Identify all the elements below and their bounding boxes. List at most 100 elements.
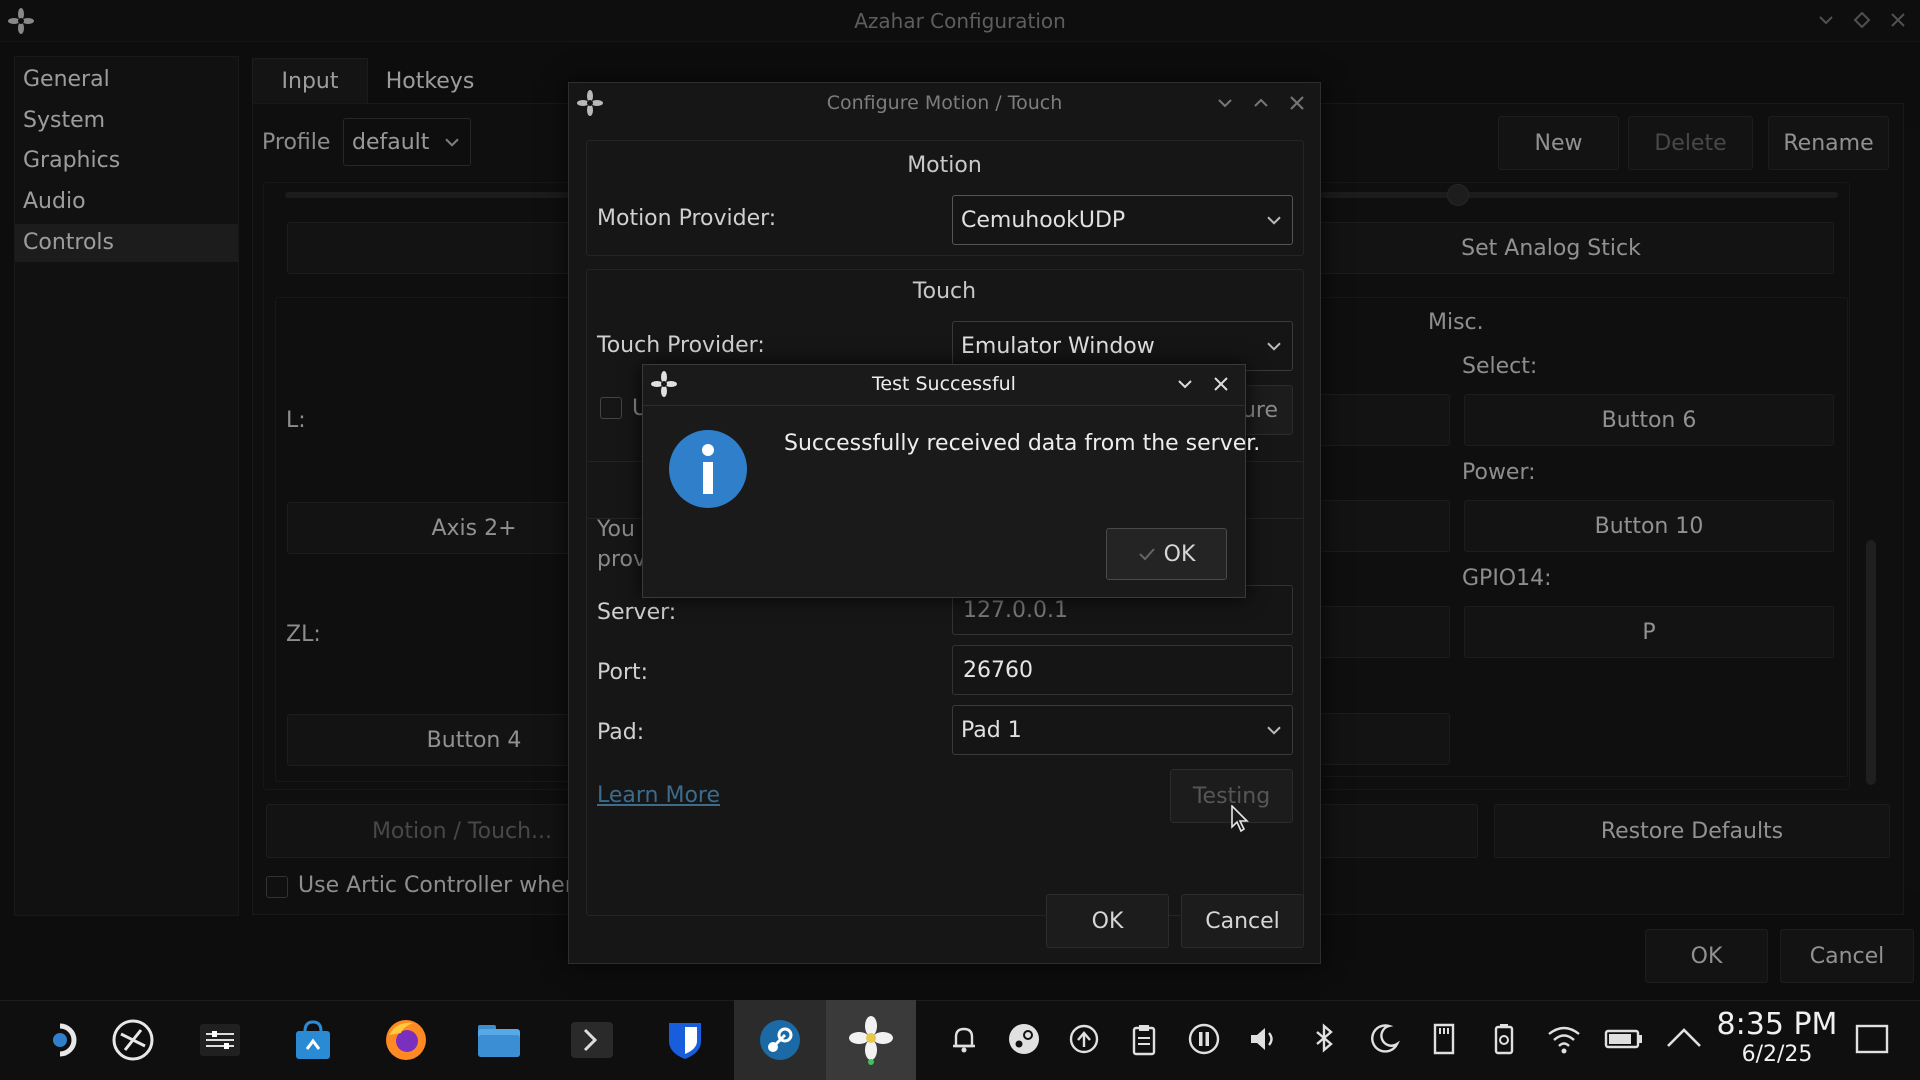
msgbox-ok-button[interactable]: OK [1106,528,1227,580]
pad-label: Pad: [597,720,645,745]
sidebar-item-general[interactable]: General [23,67,110,92]
tab-label: Input [281,69,339,94]
center-binding-button-4[interactable] [1320,713,1450,765]
minimize-icon[interactable] [1175,374,1195,398]
chevron-down-icon [444,128,460,153]
maximize-icon[interactable] [1852,10,1872,34]
azahar-icon[interactable] [841,1000,901,1080]
msgbox-divider [643,405,1245,406]
volume-icon[interactable] [1240,1015,1288,1063]
bluetooth-icon[interactable] [1300,1015,1348,1063]
artic-checkbox-label: Use Artic Controller when [298,873,579,898]
main-ok-button[interactable]: OK [1645,929,1768,983]
terminal-icon[interactable] [562,1000,622,1080]
rename-profile-button[interactable]: Rename [1768,116,1889,170]
steamos-icon[interactable] [103,1000,163,1080]
clock-time: 8:35 PM [1716,1007,1838,1042]
pad-value: Pad 1 [961,717,1022,743]
discover-store-icon[interactable] [283,1000,343,1080]
misc-title: Misc. [1428,310,1484,335]
touch-provider-label: Touch Provider: [597,333,765,358]
sidebar-item-graphics[interactable]: Graphics [23,148,120,173]
set-analog-stick-button[interactable]: Set Analog Stick [1268,222,1834,274]
mixer-icon[interactable] [190,1000,250,1080]
dialog-title-bar: Configure Motion / Touch [569,83,1320,123]
motion-provider-select[interactable]: CemuhookUDP [952,195,1293,245]
port-value: 26760 [963,657,1033,683]
pad-select[interactable]: Pad 1 [952,705,1293,755]
server-value: 127.0.0.1 [963,597,1068,623]
sidebar-item-label: Controls [23,230,114,255]
sidebar-item-system[interactable]: System [23,108,105,133]
configure-button-label: ure [1241,397,1278,423]
bitwarden-icon[interactable] [655,1000,715,1080]
msgbox-message: Successfully received data from the serv… [784,431,1261,456]
minimize-icon[interactable] [1215,93,1235,117]
profile-value: default [352,129,430,155]
power-binding-button[interactable]: Button 10 [1464,500,1834,552]
night-mode-icon[interactable] [1360,1015,1408,1063]
dialog-title: Configure Motion / Touch [826,92,1063,114]
steam-deck-menu-icon[interactable] [32,1000,92,1080]
taskbar-clock[interactable]: 8:35 PM 6/2/25 [1712,1008,1842,1074]
battery-manager-icon[interactable] [1480,1015,1528,1063]
notification-bell-icon[interactable] [940,1015,988,1063]
chevron-down-icon [1266,206,1282,231]
delete-profile-button[interactable]: Delete [1628,116,1753,170]
sidebar-item-controls[interactable]: Controls [15,224,238,262]
select-label: Select: [1462,354,1538,379]
steam-tray-icon[interactable] [1000,1015,1048,1063]
firefox-icon[interactable] [376,1000,436,1080]
pause-icon[interactable] [1180,1015,1228,1063]
touch-section-title: Touch [912,279,977,304]
touch-checkbox[interactable] [600,397,622,419]
main-cancel-button[interactable]: Cancel [1780,929,1914,983]
deadzone-slider-handle[interactable] [1447,184,1469,206]
port-label: Port: [597,660,649,685]
window-title: Azahar Configuration [854,9,1066,33]
battery-icon[interactable] [1600,1015,1648,1063]
zl-label: ZL: [286,622,321,647]
center-binding-button-1[interactable] [1320,394,1450,446]
close-icon[interactable] [1211,374,1231,398]
touch-provider-value: Emulator Window [961,333,1155,359]
gpio14-label: GPIO14: [1462,566,1552,591]
artic-checkbox[interactable] [266,876,288,898]
minimize-icon[interactable] [1816,10,1836,34]
profile-select[interactable]: default [343,118,471,166]
close-icon[interactable] [1888,10,1908,34]
dialog-cancel-button[interactable]: Cancel [1181,894,1304,948]
partially-hidden-button[interactable] [1320,804,1478,858]
sidebar: General System Graphics Audio Controls [14,56,239,916]
gpio14-binding-button[interactable]: P [1464,606,1834,658]
motion-section-title: Motion [907,153,982,178]
file-manager-icon[interactable] [469,1000,529,1080]
learn-more-link[interactable]: Learn More [597,783,720,808]
vertical-scrollbar[interactable] [1866,540,1876,785]
maximize-icon[interactable] [1251,93,1271,117]
new-profile-button[interactable]: New [1498,116,1619,170]
wifi-icon[interactable] [1540,1015,1588,1063]
left-empty-button[interactable] [287,222,587,274]
information-icon [667,428,749,514]
update-icon[interactable] [1060,1015,1108,1063]
restore-defaults-button[interactable]: Restore Defaults [1494,804,1890,858]
steam-icon[interactable] [750,1000,810,1080]
center-binding-button-2[interactable] [1320,500,1450,552]
power-label: Power: [1462,460,1536,485]
show-hidden-chevron-icon[interactable] [1660,1015,1708,1063]
clipboard-icon[interactable] [1120,1015,1168,1063]
dialog-ok-button[interactable]: OK [1046,894,1169,948]
msgbox-ok-label: OK [1163,541,1196,567]
select-binding-button[interactable]: Button 6 [1464,394,1834,446]
tab-input[interactable]: Input [252,58,368,104]
motion-provider-value: CemuhookUDP [961,207,1126,233]
port-input[interactable]: 26760 [952,645,1293,695]
close-icon[interactable] [1287,93,1307,117]
center-binding-button-3[interactable] [1320,606,1450,658]
right-slider-track [1320,192,1838,198]
sidebar-item-audio[interactable]: Audio [23,189,86,214]
tab-hotkeys[interactable]: Hotkeys [372,58,488,104]
sd-card-icon[interactable] [1420,1015,1468,1063]
show-desktop-icon[interactable] [1848,1015,1896,1063]
